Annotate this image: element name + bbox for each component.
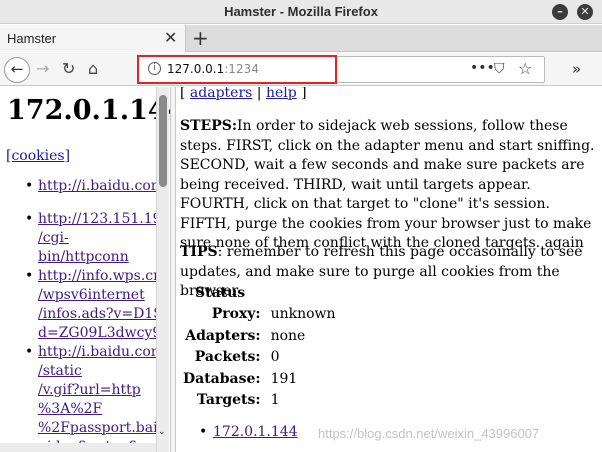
- steps-label: STEPS:: [180, 118, 238, 134]
- status-key: Targets:: [196, 392, 261, 409]
- status-value: 1: [270, 392, 280, 409]
- host-title: 172.0.1.144: [7, 95, 170, 126]
- request-list: http://i.baidu.com http://123.151.19( /c…: [0, 177, 167, 452]
- table-row: Packets: 0: [181, 347, 338, 369]
- bracket-open: [: [180, 87, 190, 101]
- page-actions-icon[interactable]: •••: [470, 60, 495, 76]
- site-info-icon[interactable]: i: [148, 62, 161, 75]
- status-value: 191: [270, 370, 298, 387]
- window-title: Hamster - Mozilla Firefox: [224, 4, 378, 19]
- steps-paragraph: STEPS:In order to sidejack web sessions,…: [180, 117, 600, 254]
- url-bar[interactable]: i 127.0.0.1:1234 ••• ⛉ ☆: [137, 56, 545, 83]
- status-key: Packets:: [194, 349, 261, 366]
- close-window-icon[interactable]: ✕: [577, 4, 593, 20]
- link-separator: |: [252, 87, 266, 101]
- home-icon[interactable]: ⌂: [88, 59, 98, 78]
- list-item: http://info.wps.cn /wpsv6internet /infos…: [0, 267, 163, 343]
- back-arrow-icon[interactable]: ←: [4, 57, 30, 83]
- tips-label: TIPS: [180, 244, 218, 260]
- cookies-link[interactable]: [cookies]: [6, 148, 70, 164]
- toolbar-overflow-icon[interactable]: »: [572, 60, 581, 78]
- minimize-icon[interactable]: –: [552, 4, 568, 20]
- table-row: Targets: 1: [181, 390, 338, 412]
- reload-icon[interactable]: ↻: [62, 59, 75, 78]
- status-value: none: [270, 327, 306, 344]
- top-links: [ adapters | help ]: [180, 87, 307, 101]
- target-list: 172.0.1.144: [199, 424, 298, 440]
- left-frame-scrollbar[interactable]: ⌄: [156, 87, 169, 452]
- help-link[interactable]: help: [266, 87, 297, 101]
- scrollbar-thumb[interactable]: [159, 95, 167, 187]
- request-link[interactable]: http://info.wps.cn /wpsv6internet /infos…: [38, 268, 163, 341]
- window-titlebar: Hamster - Mozilla Firefox – ✕: [0, 0, 602, 24]
- list-item: http://123.151.19( /cgi- bin/httpconn: [0, 210, 167, 267]
- scroll-down-icon[interactable]: ⌄: [158, 427, 166, 437]
- url-text[interactable]: 127.0.0.1:1234: [167, 62, 259, 76]
- tab-label: Hamster: [7, 31, 57, 46]
- status-value: unknown: [270, 306, 336, 323]
- status-table: Status Proxy: unknown Adapters: none Packe…: [181, 282, 338, 411]
- steps-text: In order to sidejack web sessions, follo…: [180, 118, 595, 251]
- table-row: Database: 191: [181, 368, 338, 390]
- forward-arrow-icon[interactable]: →: [36, 59, 49, 78]
- list-item: http://i.baidu.com: [0, 177, 164, 196]
- request-link[interactable]: http://123.151.19( /cgi- bin/httpconn: [38, 211, 167, 265]
- tab-strip: Hamster ✕ +: [0, 25, 602, 52]
- right-frame: [ adapters | help ] STEPS:In order to si…: [177, 87, 602, 452]
- left-frame-hscrollbar[interactable]: [0, 443, 156, 452]
- adapters-link[interactable]: adapters: [190, 87, 252, 101]
- watermark: https://blog.csdn.net/weixin_43996007: [318, 426, 540, 441]
- frame-divider[interactable]: [170, 87, 176, 452]
- status-key: Proxy:: [211, 306, 261, 323]
- bracket-close: ]: [296, 87, 307, 101]
- request-link[interactable]: http://i.baidu.com: [38, 178, 164, 194]
- status-key: Adapters:: [185, 327, 261, 344]
- new-tab-icon[interactable]: +: [192, 26, 209, 50]
- left-frame: 172.0.1.144 [cookies] http://i.baidu.com…: [0, 87, 170, 452]
- url-port: :1234: [224, 62, 259, 76]
- bookmark-star-icon[interactable]: ☆: [518, 59, 532, 78]
- table-row: Proxy: unknown: [181, 304, 338, 326]
- list-item: http://i.baidu.com /static /v.gif?url=ht…: [0, 343, 167, 452]
- target-link[interactable]: 172.0.1.144: [213, 424, 298, 440]
- status-heading: Status: [195, 284, 246, 301]
- tab-close-icon[interactable]: ✕: [164, 28, 177, 47]
- url-host: 127.0.0.1: [167, 62, 225, 76]
- tab-hamster[interactable]: Hamster ✕: [0, 25, 186, 52]
- status-key: Database:: [183, 370, 261, 387]
- status-value: 0: [270, 349, 280, 366]
- request-link[interactable]: http://i.baidu.com /static /v.gif?url=ht…: [38, 344, 167, 452]
- pocket-icon[interactable]: ⛉: [494, 61, 505, 77]
- list-item: 172.0.1.144: [199, 424, 298, 440]
- navigation-toolbar: ← → ↻ ⌂ i 127.0.0.1:1234 ••• ⛉ ☆ »: [0, 53, 602, 86]
- table-row: Adapters: none: [181, 325, 338, 347]
